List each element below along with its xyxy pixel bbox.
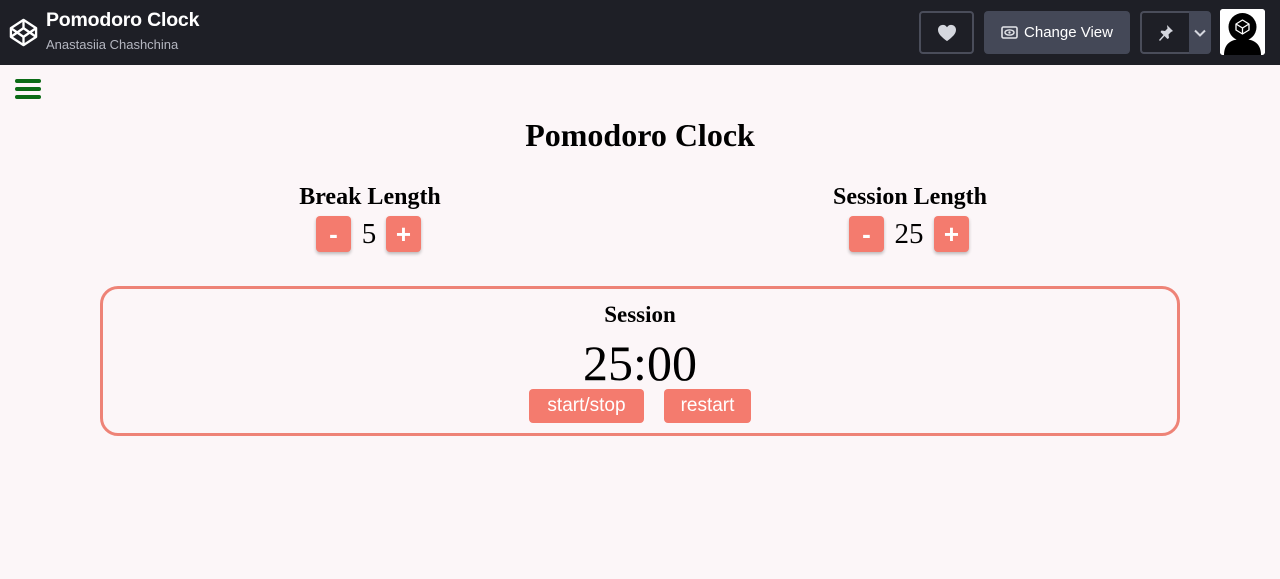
break-length-value: 5 [361,218,377,250]
like-button[interactable] [919,11,974,54]
timer-label: Session [604,302,676,327]
session-length-control: Session Length - 25 + [780,184,1040,256]
pin-icon [1158,24,1173,41]
restart-button[interactable]: restart [664,389,751,423]
session-length-value: 25 [894,218,924,250]
user-avatar[interactable] [1220,9,1265,55]
eye-icon [1001,26,1018,39]
start-stop-button[interactable]: start/stop [529,389,644,423]
top-bar: Pomodoro Clock Anastasiia Chashchina Cha… [0,0,1280,65]
codepen-logo-icon[interactable] [8,16,39,49]
timer-panel: Session 25:00 start/stop restart [100,286,1180,436]
break-increment-button[interactable]: + [386,216,421,252]
chevron-down-icon [1194,29,1206,37]
session-decrement-button[interactable]: - [849,216,884,252]
break-decrement-button[interactable]: - [316,216,351,252]
menu-icon[interactable] [15,79,41,100]
change-view-label: Change View [1024,24,1113,41]
pen-title[interactable]: Pomodoro Clock [46,9,199,32]
pen-author[interactable]: Anastasiia Chashchina [46,37,178,52]
heart-icon [937,24,956,41]
session-increment-button[interactable]: + [934,216,969,252]
break-length-control: Break Length - 5 + [240,184,500,256]
timer-display: 25:00 [583,335,697,391]
pin-dropdown-button[interactable] [1189,11,1211,54]
session-length-label: Session Length [832,184,988,210]
break-length-label: Break Length [299,184,441,210]
page-title: Pomodoro Clock [525,117,755,153]
change-view-button[interactable]: Change View [984,11,1130,54]
pin-button[interactable] [1140,11,1189,54]
